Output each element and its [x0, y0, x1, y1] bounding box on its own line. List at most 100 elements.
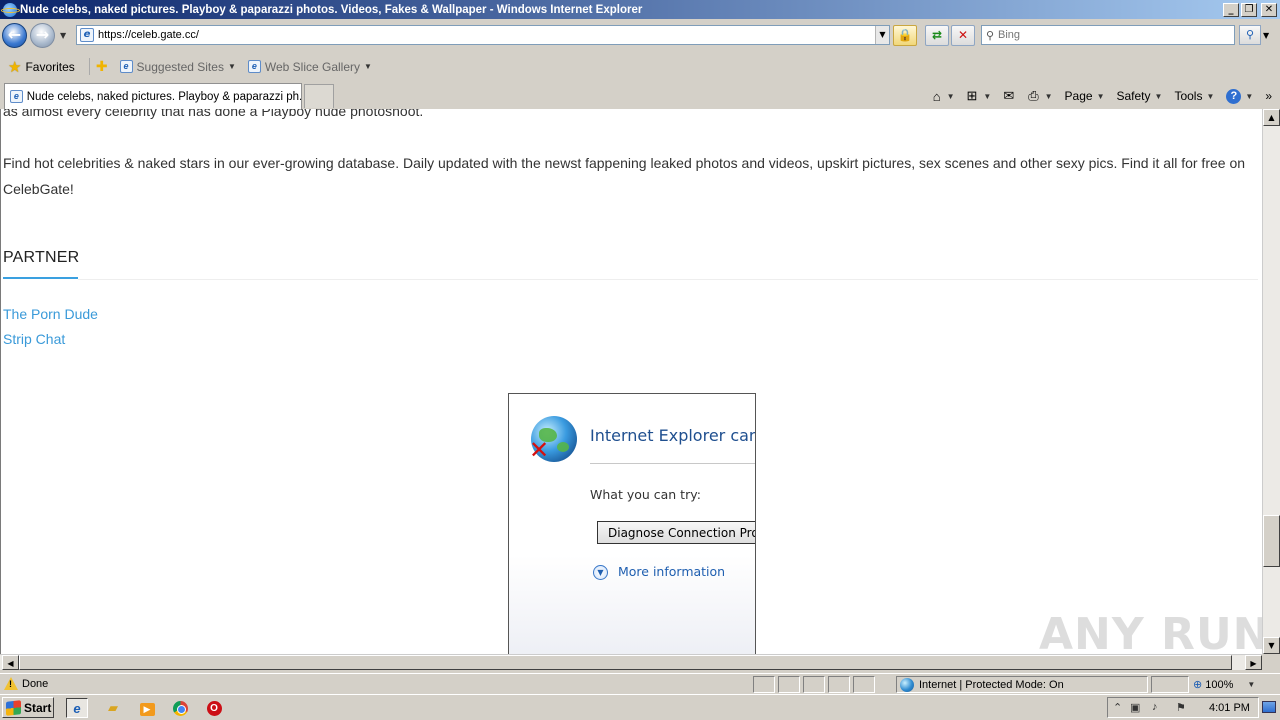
scrollbar-corner: [1262, 654, 1280, 670]
address-bar[interactable]: e https://celeb.gate.cc/ ▼: [76, 25, 890, 45]
page-content: as almost every celebrity that has done …: [0, 109, 1262, 654]
scroll-up-button[interactable]: ▲: [1263, 109, 1280, 126]
search-provider-icon: ⚲: [985, 29, 995, 42]
favorites-star-icon: ★: [8, 58, 22, 76]
vertical-scroll-thumb[interactable]: [1263, 515, 1280, 567]
safety-menu-label: Safety: [1116, 89, 1151, 103]
feeds-button[interactable]: ⊞ ▼: [966, 88, 991, 104]
read-mail-button[interactable]: ✉: [1003, 88, 1016, 104]
volume-icon[interactable]: ♪: [1152, 701, 1158, 713]
back-button[interactable]: ←: [2, 23, 27, 48]
print-button[interactable]: ⎙ ▼: [1028, 88, 1052, 104]
status-pane: [828, 676, 850, 693]
partner-link[interactable]: Strip Chat: [3, 331, 65, 347]
search-options-dropdown[interactable]: ▼: [1263, 31, 1269, 40]
close-button[interactable]: ✕: [1261, 2, 1277, 17]
window-title: Nude celebs, naked pictures. Playboy & p…: [20, 3, 643, 16]
section-divider: [78, 279, 1258, 280]
folder-icon[interactable]: ▰: [102, 698, 124, 718]
status-pane: [803, 676, 825, 693]
protected-mode-pane[interactable]: [1151, 676, 1189, 693]
chevron-down-icon: ▼: [227, 62, 236, 71]
favorites-button[interactable]: ★ Favorites: [4, 56, 79, 78]
action-center-flag-icon[interactable]: ⚑: [1176, 701, 1186, 714]
minimize-button[interactable]: _: [1223, 2, 1239, 17]
scroll-right-button[interactable]: ▶: [1245, 655, 1262, 670]
help-menu[interactable]: ? ▼: [1226, 88, 1253, 104]
taskbar: Start e ▰ ▶ O ⌃ ▣ ♪ ⚑ 4:01 PM: [0, 694, 1280, 720]
more-information-link[interactable]: More information: [618, 564, 725, 579]
expand-chevron-icon[interactable]: ▼: [593, 565, 608, 580]
error-divider: [590, 463, 755, 464]
chevron-down-icon: ▼: [946, 91, 955, 101]
stop-button[interactable]: ✕: [951, 25, 975, 46]
new-tab-button[interactable]: [304, 84, 334, 108]
search-input[interactable]: [998, 29, 1234, 41]
chevron-down-icon: ▼: [1206, 91, 1215, 101]
ie-logo-icon: [1, 2, 20, 17]
security-zone[interactable]: Internet | Protected Mode: On: [900, 678, 1064, 692]
clock[interactable]: 4:01 PM: [1209, 702, 1250, 714]
search-button[interactable]: ⚲: [1239, 25, 1261, 45]
embedded-error-frame: ✕ Internet Explorer cann What you can tr…: [508, 393, 756, 654]
status-bar: ! Done Internet | Protected Mode: On ⊕ 1…: [0, 673, 1280, 694]
partner-link[interactable]: The Porn Dude: [3, 306, 98, 322]
suggested-sites-button[interactable]: e Suggested Sites ▼: [116, 58, 240, 76]
title-bar: Nude celebs, naked pictures. Playboy & p…: [0, 0, 1280, 19]
tab-active[interactable]: e Nude celebs, naked pictures. Playboy &…: [4, 83, 302, 109]
scroll-down-button[interactable]: ▼: [1263, 637, 1280, 654]
network-icon[interactable]: ▣: [1130, 701, 1140, 714]
tab-bar: e Nude celebs, naked pictures. Playboy &…: [0, 81, 1280, 109]
page-icon: e: [80, 28, 94, 42]
internet-globe-icon: [900, 678, 914, 692]
tools-menu[interactable]: Tools ▼: [1174, 89, 1214, 103]
horizontal-scroll-thumb[interactable]: [19, 655, 1232, 670]
refresh-button[interactable]: ⇄: [925, 25, 949, 46]
partner-heading: PARTNER: [3, 249, 80, 266]
security-lock-icon[interactable]: 🔒: [893, 25, 917, 46]
scroll-left-button[interactable]: ◀: [2, 655, 19, 670]
vertical-scrollbar[interactable]: ▲ ▼: [1262, 109, 1280, 654]
chevron-down-icon: ▼: [1154, 91, 1163, 101]
chevron-down-icon: ▼: [983, 91, 992, 101]
ie-taskbar-icon[interactable]: e: [66, 698, 88, 718]
horizontal-scrollbar[interactable]: ◀ ▶: [0, 654, 1262, 670]
start-button[interactable]: Start: [2, 697, 54, 718]
address-dropdown-icon[interactable]: ▼: [875, 26, 889, 44]
web-slice-gallery-button[interactable]: e Web Slice Gallery ▼: [244, 58, 376, 76]
printer-icon: ⎙: [1028, 88, 1039, 103]
forward-button[interactable]: →: [30, 23, 55, 48]
web-slice-gallery-label: Web Slice Gallery: [264, 59, 361, 74]
favorites-bar: ★ Favorites ✚ e Suggested Sites ▼ e Web …: [0, 52, 1280, 81]
tools-menu-label: Tools: [1174, 89, 1203, 103]
show-hidden-icons-icon[interactable]: ⌃: [1113, 701, 1122, 714]
ie-window: Nude celebs, naked pictures. Playboy & p…: [0, 0, 1280, 720]
windows-logo-icon: [6, 699, 21, 716]
chrome-icon[interactable]: [169, 698, 191, 718]
url-text[interactable]: https://celeb.gate.cc/: [98, 29, 875, 41]
opera-icon[interactable]: O: [203, 698, 225, 718]
page-icon: e: [10, 90, 23, 103]
home-button[interactable]: ⌂ ▼: [933, 89, 955, 104]
show-desktop-button[interactable]: [1262, 701, 1276, 713]
toolbar-overflow-button[interactable]: »: [1265, 89, 1272, 103]
error-title: Internet Explorer cann: [590, 426, 756, 445]
chevron-down-icon: ▼: [364, 62, 372, 71]
recent-pages-dropdown[interactable]: ▼: [60, 31, 66, 40]
page-menu[interactable]: Page ▼: [1065, 89, 1105, 103]
add-to-favorites-bar-icon[interactable]: ✚: [88, 58, 108, 75]
search-box[interactable]: ⚲: [981, 25, 1235, 45]
safety-menu[interactable]: Safety ▼: [1117, 89, 1163, 103]
media-player-icon[interactable]: ▶: [136, 698, 158, 718]
status-pane: [853, 676, 875, 693]
chevron-down-icon: ▼: [1247, 680, 1256, 689]
warning-icon: !: [4, 677, 18, 690]
zoom-control[interactable]: ⊕ 100% ▼: [1193, 678, 1256, 692]
page-icon: e: [247, 60, 261, 73]
diagnose-connection-button[interactable]: Diagnose Connection Pro: [597, 521, 755, 544]
restore-button[interactable]: ❐: [1241, 2, 1257, 17]
favorites-label: Favorites: [25, 59, 75, 74]
error-x-icon: ✕: [529, 436, 550, 464]
command-bar: ⌂ ▼ ⊞ ▼ ✉ ⎙ ▼ Page ▼ Safety ▼ Tools ▼ ? ▼ »: [921, 85, 1272, 107]
what-you-can-try-label: What you can try:: [590, 487, 701, 502]
